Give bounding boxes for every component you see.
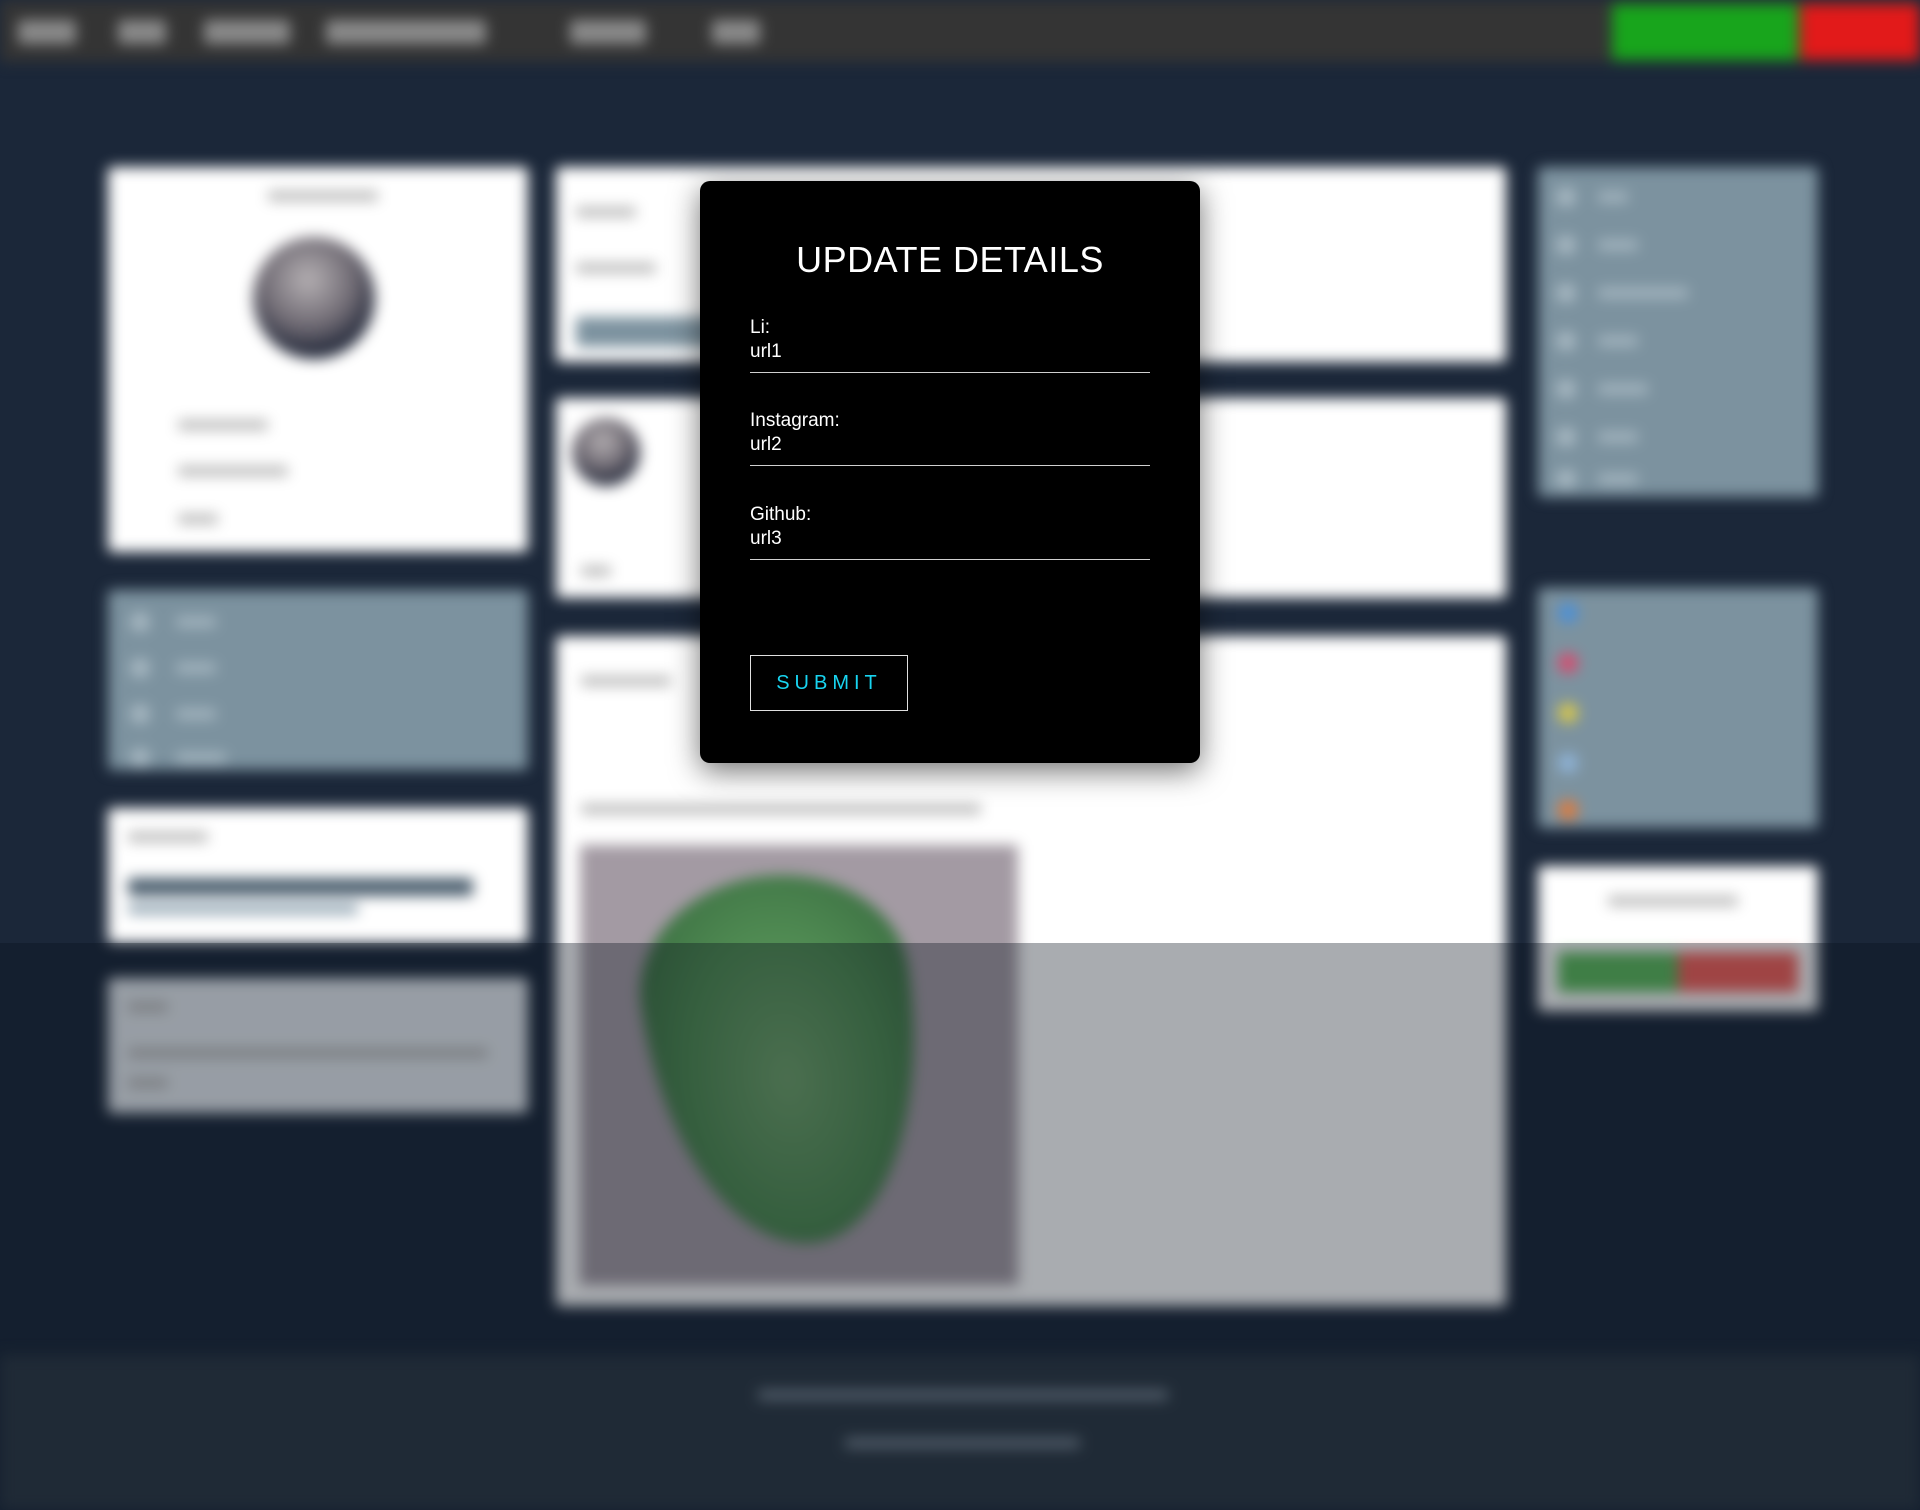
github-input[interactable] (750, 527, 1150, 551)
li-input[interactable] (750, 340, 1150, 364)
right-menu-card (1538, 167, 1818, 497)
profile-avatar (253, 237, 375, 359)
profile-card (108, 167, 528, 552)
instagram-field: Instagram: (750, 409, 1150, 466)
nav-item-4 (326, 20, 486, 44)
lower-dim-overlay (0, 943, 1920, 1510)
nav-item-5 (570, 20, 646, 44)
right-social-card (1538, 588, 1818, 828)
nav-green-button (1612, 4, 1798, 60)
instagram-input[interactable] (750, 433, 1150, 457)
top-navbar (0, 0, 1920, 62)
github-label: Github: (750, 504, 812, 525)
modal-title: UPDATE DETAILS (796, 239, 1104, 280)
post-avatar (572, 418, 640, 486)
nav-item-6 (712, 20, 760, 44)
nav-item-1 (18, 20, 76, 44)
progress-card (108, 808, 528, 943)
li-label: Li: (750, 317, 771, 338)
instagram-label: Instagram: (750, 410, 840, 431)
nav-red-button (1800, 4, 1920, 60)
nav-item-2 (118, 20, 166, 44)
nav-item-3 (204, 20, 290, 44)
li-field: Li: (750, 316, 1150, 373)
left-links-card (108, 590, 528, 770)
update-details-modal: UPDATE DETAILS Li: Instagram: Github: SU… (700, 181, 1200, 763)
submit-button[interactable]: SUBMIT (750, 655, 908, 711)
github-field: Github: (750, 503, 1150, 560)
